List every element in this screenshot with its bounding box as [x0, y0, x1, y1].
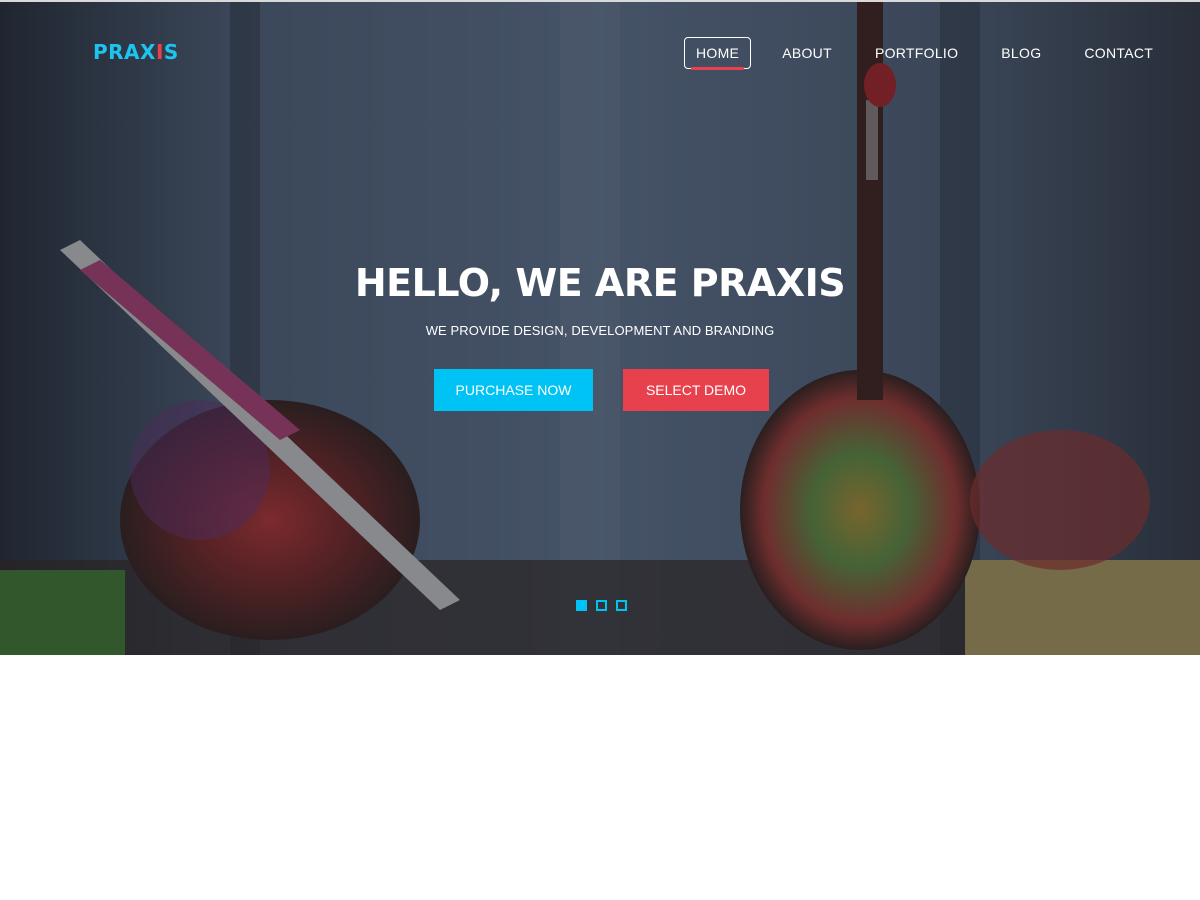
main-navigation: HOME ABOUT PORTFOLIO BLOG CONTACT	[684, 37, 1165, 70]
nav-item-portfolio[interactable]: PORTFOLIO	[863, 37, 970, 69]
logo-text-start: PRAX	[93, 40, 156, 64]
nav-item-blog[interactable]: BLOG	[989, 37, 1053, 69]
brand-logo[interactable]: PRAXIS	[93, 40, 179, 64]
logo-text-accent: I	[155, 40, 164, 64]
slider-dot-3[interactable]	[616, 600, 627, 611]
hero-section: PRAXIS HOME ABOUT PORTFOLIO BLOG CONTACT…	[0, 0, 1200, 655]
select-demo-button[interactable]: SELECT DEMO	[623, 369, 769, 411]
purchase-now-button[interactable]: PURCHASE NOW	[434, 369, 593, 411]
logo-text-end: S	[163, 40, 179, 64]
hero-subtitle: WE PROVIDE DESIGN, DEVELOPMENT AND BRAND…	[425, 323, 775, 338]
slider-dot-2[interactable]	[596, 600, 607, 611]
window-top-edge	[0, 0, 1200, 2]
slider-pagination	[576, 600, 627, 611]
nav-item-about[interactable]: ABOUT	[770, 37, 844, 69]
slider-dot-1[interactable]	[576, 600, 587, 611]
nav-item-contact[interactable]: CONTACT	[1072, 37, 1165, 69]
hero-title: HELLO, WE ARE PRAXIS	[354, 261, 846, 305]
nav-item-home[interactable]: HOME	[684, 37, 752, 70]
